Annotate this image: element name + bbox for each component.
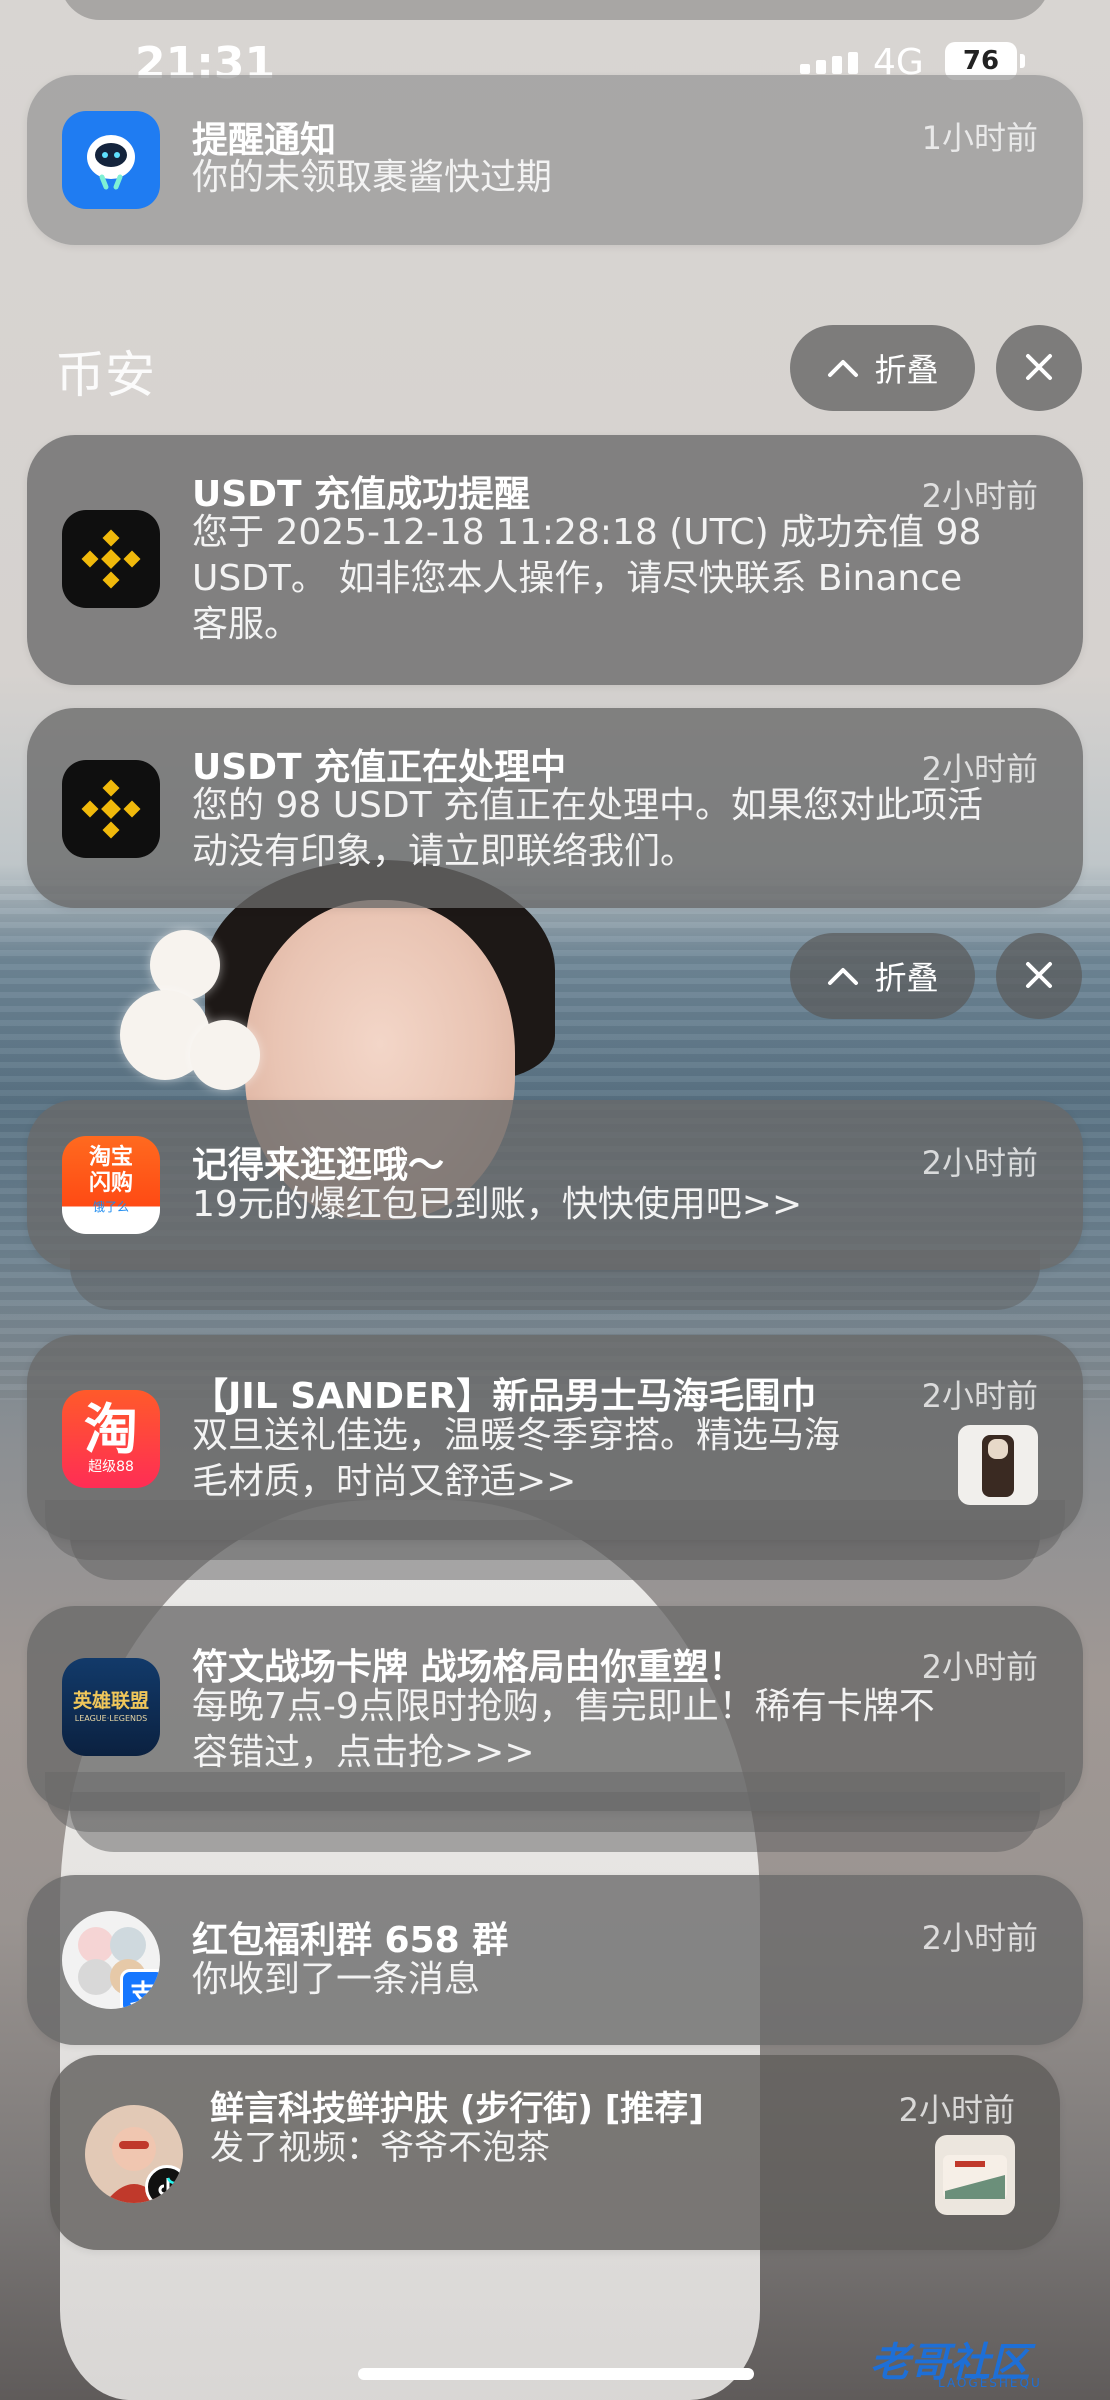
notification-title: 记得来逛逛哦～: [192, 1145, 445, 1186]
group-avatar-icon: 支: [62, 1911, 160, 2009]
notification-body: 你的未领取裹酱快过期: [192, 157, 553, 198]
chevron-up-icon: [826, 957, 860, 995]
notification-taobao-promo[interactable]: 淘 超级88 【JIL SANDER】新品男士马海毛围巾 双旦送礼佳选，温暖冬季…: [27, 1335, 1083, 1540]
alipay-badge-icon: 支: [120, 1969, 160, 2009]
notification-time: 2小时前: [921, 1377, 1038, 1415]
collapse-label: 折叠: [874, 351, 939, 389]
notification-binance-deposit-processing[interactable]: USDT 充值正在处理中 您的 98 USDT 充值正在处理中。如果您对此项活 …: [27, 708, 1083, 908]
notification-body: 您于 2025-12-18 11:28:18 (UTC) 成功充值 98 USD…: [192, 512, 982, 645]
group-title: 币安: [55, 346, 155, 404]
douyin-avatar-icon: [85, 2105, 183, 2203]
chevron-up-icon: [826, 349, 860, 387]
notification-title: 【JIL SANDER】新品男士马海毛围巾: [192, 1376, 817, 1417]
notification-binance-deposit-success[interactable]: USDT 充值成功提醒 您于 2025-12-18 11:28:18 (UTC)…: [27, 435, 1083, 685]
close-icon: [1023, 344, 1055, 393]
league-of-legends-icon: 英雄联盟 LEAGUE·LEGENDS: [62, 1658, 160, 1756]
notification-time: 2小时前: [921, 1648, 1038, 1686]
notification-time: 2小时前: [921, 477, 1038, 515]
notification-group-chat[interactable]: 支 红包福利群 658 群 你收到了一条消息 2小时前: [27, 1875, 1083, 2045]
notification-title: 红包福利群 658 群: [192, 1920, 509, 1961]
notification-body: 发了视频：爷爷不泡茶: [210, 2128, 550, 2168]
video-thumbnail: [935, 2135, 1015, 2215]
taobao-flash-icon: 淘宝 闪购 饿了么: [62, 1136, 160, 1234]
clear-group-button[interactable]: [996, 325, 1082, 411]
notification-time: 2小时前: [898, 2091, 1015, 2129]
taobao-icon: 淘 超级88: [62, 1390, 160, 1488]
collapse-group-button[interactable]: 折叠: [790, 933, 975, 1019]
notification-body: 双旦送礼佳选，温暖冬季穿搭。精选马海 毛材质，时尚又舒适>>: [192, 1415, 841, 1502]
notification-body: 每晚7点-9点限时抢购，售完即止！稀有卡牌不 容错过，点击抢>>>: [192, 1686, 935, 1773]
notification-body: 你收到了一条消息: [192, 1959, 481, 2000]
notification-time: 2小时前: [921, 1919, 1038, 1957]
notification-body: 19元的爆红包已到账，快快使用吧>>: [192, 1184, 803, 1225]
notification-title: 鲜言科技鲜护肤 (步行街) [推荐]: [210, 2089, 704, 2129]
notification-league-cards[interactable]: 英雄联盟 LEAGUE·LEGENDS 符文战场卡牌 战场格局由你重塑！ 每晚7…: [27, 1606, 1083, 1811]
wallpaper-flower: [190, 1020, 260, 1090]
home-indicator[interactable]: [358, 2368, 754, 2380]
notification-body: 您的 98 USDT 充值正在处理中。如果您对此项活 动没有印象，请立即联络我们…: [192, 785, 984, 872]
signal-strength-icon: [800, 52, 858, 74]
collapse-group-button[interactable]: 折叠: [790, 325, 975, 411]
close-icon: [1023, 952, 1055, 1001]
clear-group-button[interactable]: [996, 933, 1082, 1019]
binance-icon: [62, 760, 160, 858]
notification-time: 2小时前: [921, 1144, 1038, 1182]
notification-time: 1小时前: [921, 119, 1038, 157]
notification-reminder[interactable]: 提醒通知 你的未领取裹酱快过期 1小时前: [27, 75, 1083, 245]
binance-icon: [62, 510, 160, 608]
notification-taobao-flash[interactable]: 淘宝 闪购 饿了么 记得来逛逛哦～ 19元的爆红包已到账，快快使用吧>> 2小时…: [27, 1100, 1083, 1270]
collapse-label: 折叠: [874, 959, 939, 997]
previous-notification-edge: [60, 0, 1050, 20]
bell-mascot-icon: [62, 111, 160, 209]
tiktok-badge-icon: [145, 2165, 183, 2203]
watermark-sub: LAOGESHEQU: [938, 2376, 1042, 2390]
notification-time: 2小时前: [921, 750, 1038, 788]
notification-title: 符文战场卡牌 战场格局由你重塑！: [192, 1647, 745, 1688]
notification-douyin-video[interactable]: 鲜言科技鲜护肤 (步行街) [推荐] 发了视频：爷爷不泡茶 2小时前: [50, 2055, 1060, 2250]
product-thumbnail: [958, 1425, 1038, 1505]
